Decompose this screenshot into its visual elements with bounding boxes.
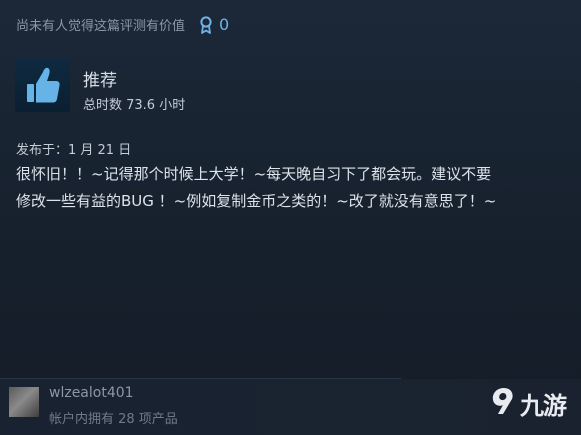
helpful-row: 尚未有人觉得这篇评测有价值 0 — [16, 15, 229, 34]
award-count: 0 — [219, 15, 230, 34]
helpful-text: 尚未有人觉得这篇评测有价值 — [16, 19, 186, 34]
watermark-text: 九游 — [520, 391, 567, 420]
review-card: 尚未有人觉得这篇评测有价值 0 推荐 总时数 73.6 小时 发布于：1 月 2… — [0, 0, 581, 435]
review-body: 很怀旧！！~记得那个时候上大学！~每天晚自习下了都会玩。建议不要 修改一些有益的… — [16, 161, 572, 215]
review-body-line: 很怀旧！！~记得那个时候上大学！~每天晚自习下了都会玩。建议不要 — [16, 165, 492, 183]
author-footer: wlzealot401 帐户内拥有 28 项产品 九游 — [0, 379, 581, 435]
thumbs-up-badge — [15, 57, 70, 112]
logo-icon — [488, 385, 518, 421]
playtime-hours: 总时数 73.6 小时 — [83, 98, 186, 113]
award-icon[interactable] — [199, 15, 213, 34]
author-username[interactable]: wlzealot401 — [49, 385, 134, 401]
avatar[interactable] — [9, 387, 39, 417]
author-products[interactable]: 帐户内拥有 28 项产品 — [49, 408, 178, 427]
review-verdict: 推荐 — [83, 71, 117, 91]
review-body-line: 修改一些有益的BUG ！~例如复制金币之类的！~改了就没有意思了！~ — [16, 192, 497, 210]
thumbs-up-icon — [15, 67, 70, 116]
watermark-logo: 九游 — [488, 381, 578, 425]
posted-date: 发布于：1 月 21 日 — [16, 143, 132, 158]
